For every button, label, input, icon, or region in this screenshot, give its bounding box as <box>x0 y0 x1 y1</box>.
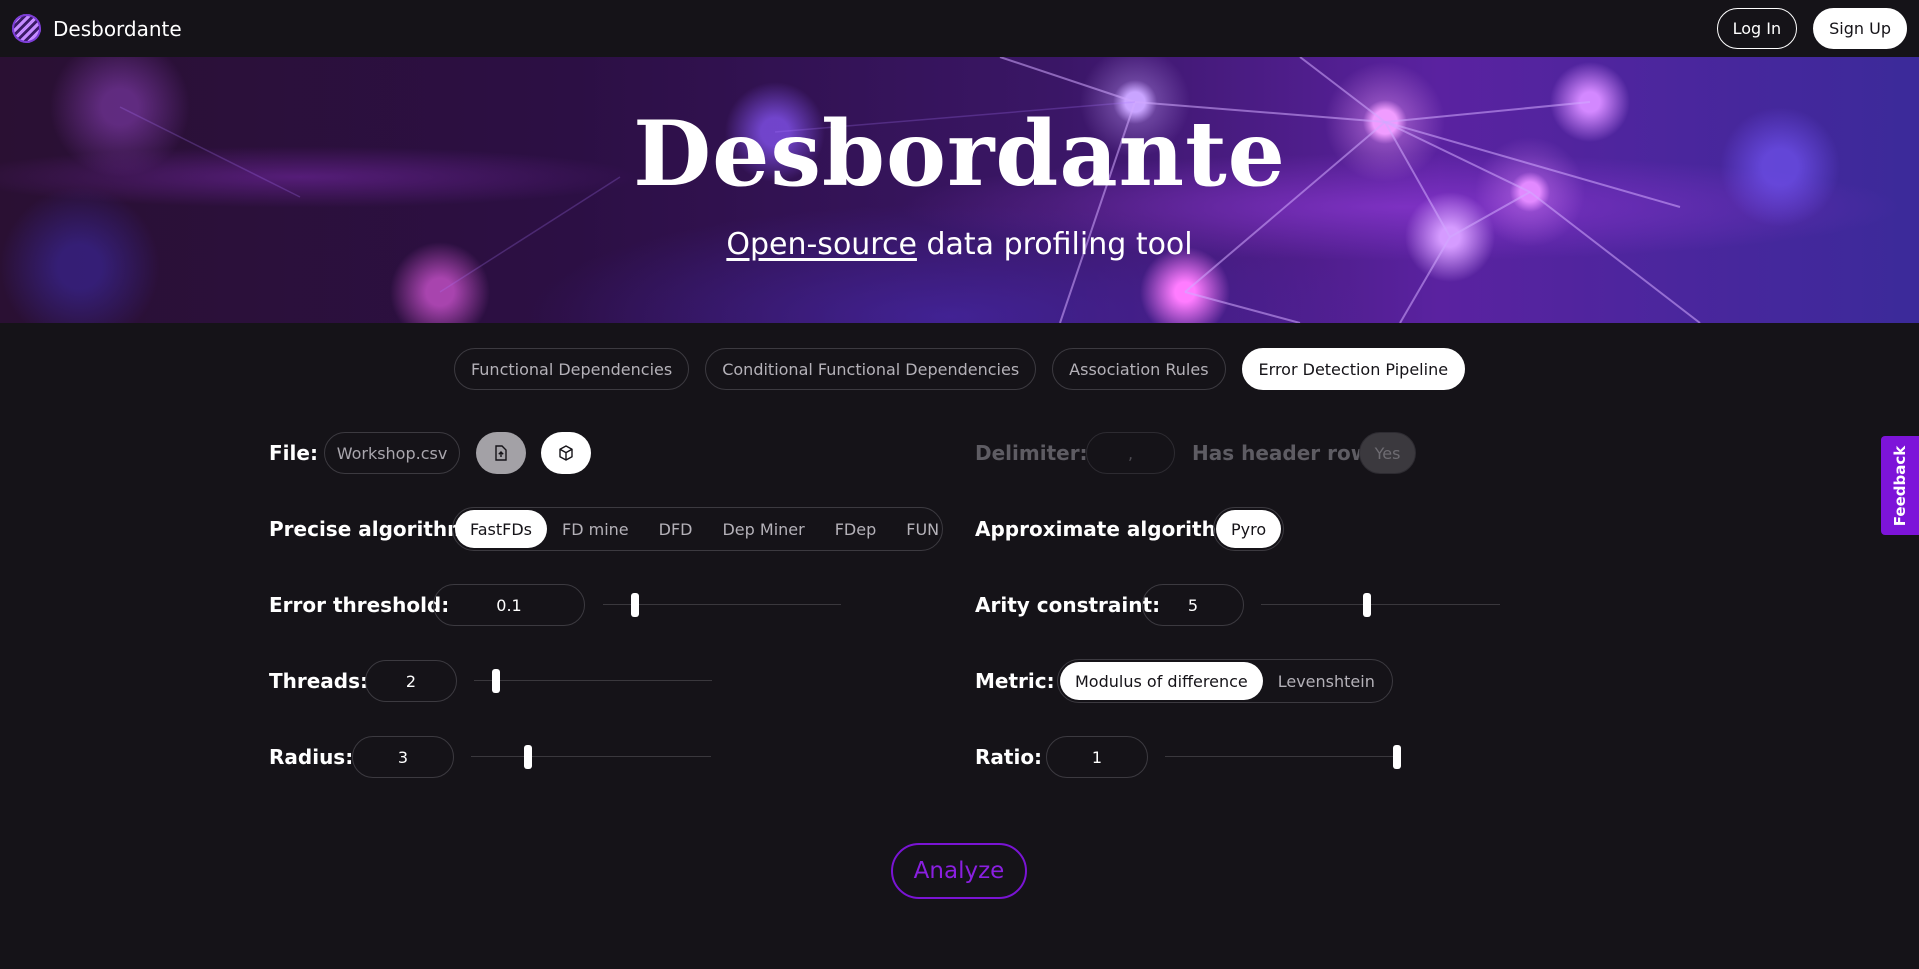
slider-thumb[interactable] <box>1362 593 1371 617</box>
open-source-link[interactable]: Open-source <box>726 227 917 262</box>
cube-icon <box>559 445 573 461</box>
algo-option-dfd[interactable]: DFD <box>644 510 708 548</box>
analyze-button[interactable]: Analyze <box>891 843 1027 899</box>
top-navbar: Desbordante Log In Sign Up <box>0 0 1919 57</box>
approximate-algorithm-label: Approximate algorithm: <box>975 517 1245 541</box>
metric-option-modulus[interactable]: Modulus of difference <box>1060 662 1263 700</box>
arity-constraint-input[interactable]: 5 <box>1142 584 1244 626</box>
algo-option-pyro[interactable]: Pyro <box>1216 510 1282 548</box>
slider-track <box>474 680 712 681</box>
feedback-button[interactable]: Feedback <box>1881 436 1919 535</box>
radius-input[interactable]: 3 <box>352 736 454 778</box>
auth-buttons: Log In Sign Up <box>1716 8 1907 49</box>
arity-constraint-label: Arity constraint: <box>975 593 1161 617</box>
header-row-toggle[interactable]: Yes <box>1359 432 1416 474</box>
metric-selector: Modulus of difference Levenshtein <box>1057 659 1393 703</box>
primitive-tabs: Functional Dependencies Conditional Func… <box>0 348 1919 390</box>
error-threshold-slider[interactable] <box>603 592 841 618</box>
arity-constraint-slider[interactable] <box>1261 592 1500 618</box>
algo-option-fdep[interactable]: FDep <box>820 510 892 548</box>
ratio-slider[interactable] <box>1165 744 1401 770</box>
slider-track <box>1261 604 1500 605</box>
builtin-dataset-button[interactable] <box>541 432 591 474</box>
tab-association-rules[interactable]: Association Rules <box>1052 348 1226 390</box>
approximate-algorithm-selector: Pyro <box>1213 507 1285 551</box>
algo-option-fastfds[interactable]: FastFDs <box>455 510 548 548</box>
error-threshold-label: Error threshold: <box>269 593 450 617</box>
hero-title: Desbordante <box>633 101 1286 207</box>
metric-label: Metric: <box>975 669 1055 693</box>
slider-thumb[interactable] <box>492 669 501 693</box>
ratio-input[interactable]: 1 <box>1046 736 1148 778</box>
algo-option-fd-mine[interactable]: FD mine <box>547 510 644 548</box>
slider-track <box>471 756 711 757</box>
ratio-label: Ratio: <box>975 745 1043 769</box>
login-button[interactable]: Log In <box>1716 8 1798 49</box>
file-label: File: <box>269 441 318 465</box>
tab-conditional-functional-dependencies[interactable]: Conditional Functional Dependencies <box>705 348 1037 390</box>
delimiter-label: Delimiter: <box>975 441 1088 465</box>
precise-algorithm-selector: FastFDs FD mine DFD Dep Miner FDep FUN <box>452 507 943 551</box>
radius-slider[interactable] <box>471 744 711 770</box>
delimiter-input[interactable]: , <box>1086 432 1175 474</box>
slider-track <box>603 604 841 605</box>
brand[interactable]: Desbordante <box>12 14 182 43</box>
upload-file-button[interactable] <box>476 432 526 474</box>
threads-slider[interactable] <box>474 668 712 694</box>
threads-label: Threads: <box>269 669 369 693</box>
signup-button[interactable]: Sign Up <box>1813 8 1907 49</box>
algo-option-dep-miner[interactable]: Dep Miner <box>707 510 819 548</box>
radius-label: Radius: <box>269 745 354 769</box>
slider-thumb[interactable] <box>630 593 639 617</box>
hero-banner: Desbordante Open-source data profiling t… <box>0 57 1919 323</box>
metric-option-levenshtein[interactable]: Levenshtein <box>1263 662 1390 700</box>
precise-algorithm-label: Precise algorithm: <box>269 517 476 541</box>
threads-input[interactable]: 2 <box>365 660 457 702</box>
file-select[interactable]: Workshop.csv <box>324 432 460 474</box>
hero-subtitle-text: data profiling tool <box>916 227 1193 262</box>
brand-name: Desbordante <box>53 16 182 41</box>
hero-subtitle: Open-source data profiling tool <box>0 227 1919 262</box>
slider-thumb[interactable] <box>524 745 533 769</box>
slider-track <box>1165 756 1401 757</box>
tab-functional-dependencies[interactable]: Functional Dependencies <box>453 348 690 390</box>
tab-error-detection-pipeline[interactable]: Error Detection Pipeline <box>1241 348 1466 390</box>
error-threshold-input[interactable]: 0.1 <box>433 584 585 626</box>
slider-thumb[interactable] <box>1393 745 1401 769</box>
header-row-label: Has header row: <box>1192 441 1378 465</box>
logo-icon <box>12 14 41 43</box>
file-upload-icon <box>495 445 507 461</box>
feedback-label: Feedback <box>1891 445 1910 526</box>
algo-option-fun[interactable]: FUN <box>891 510 954 548</box>
